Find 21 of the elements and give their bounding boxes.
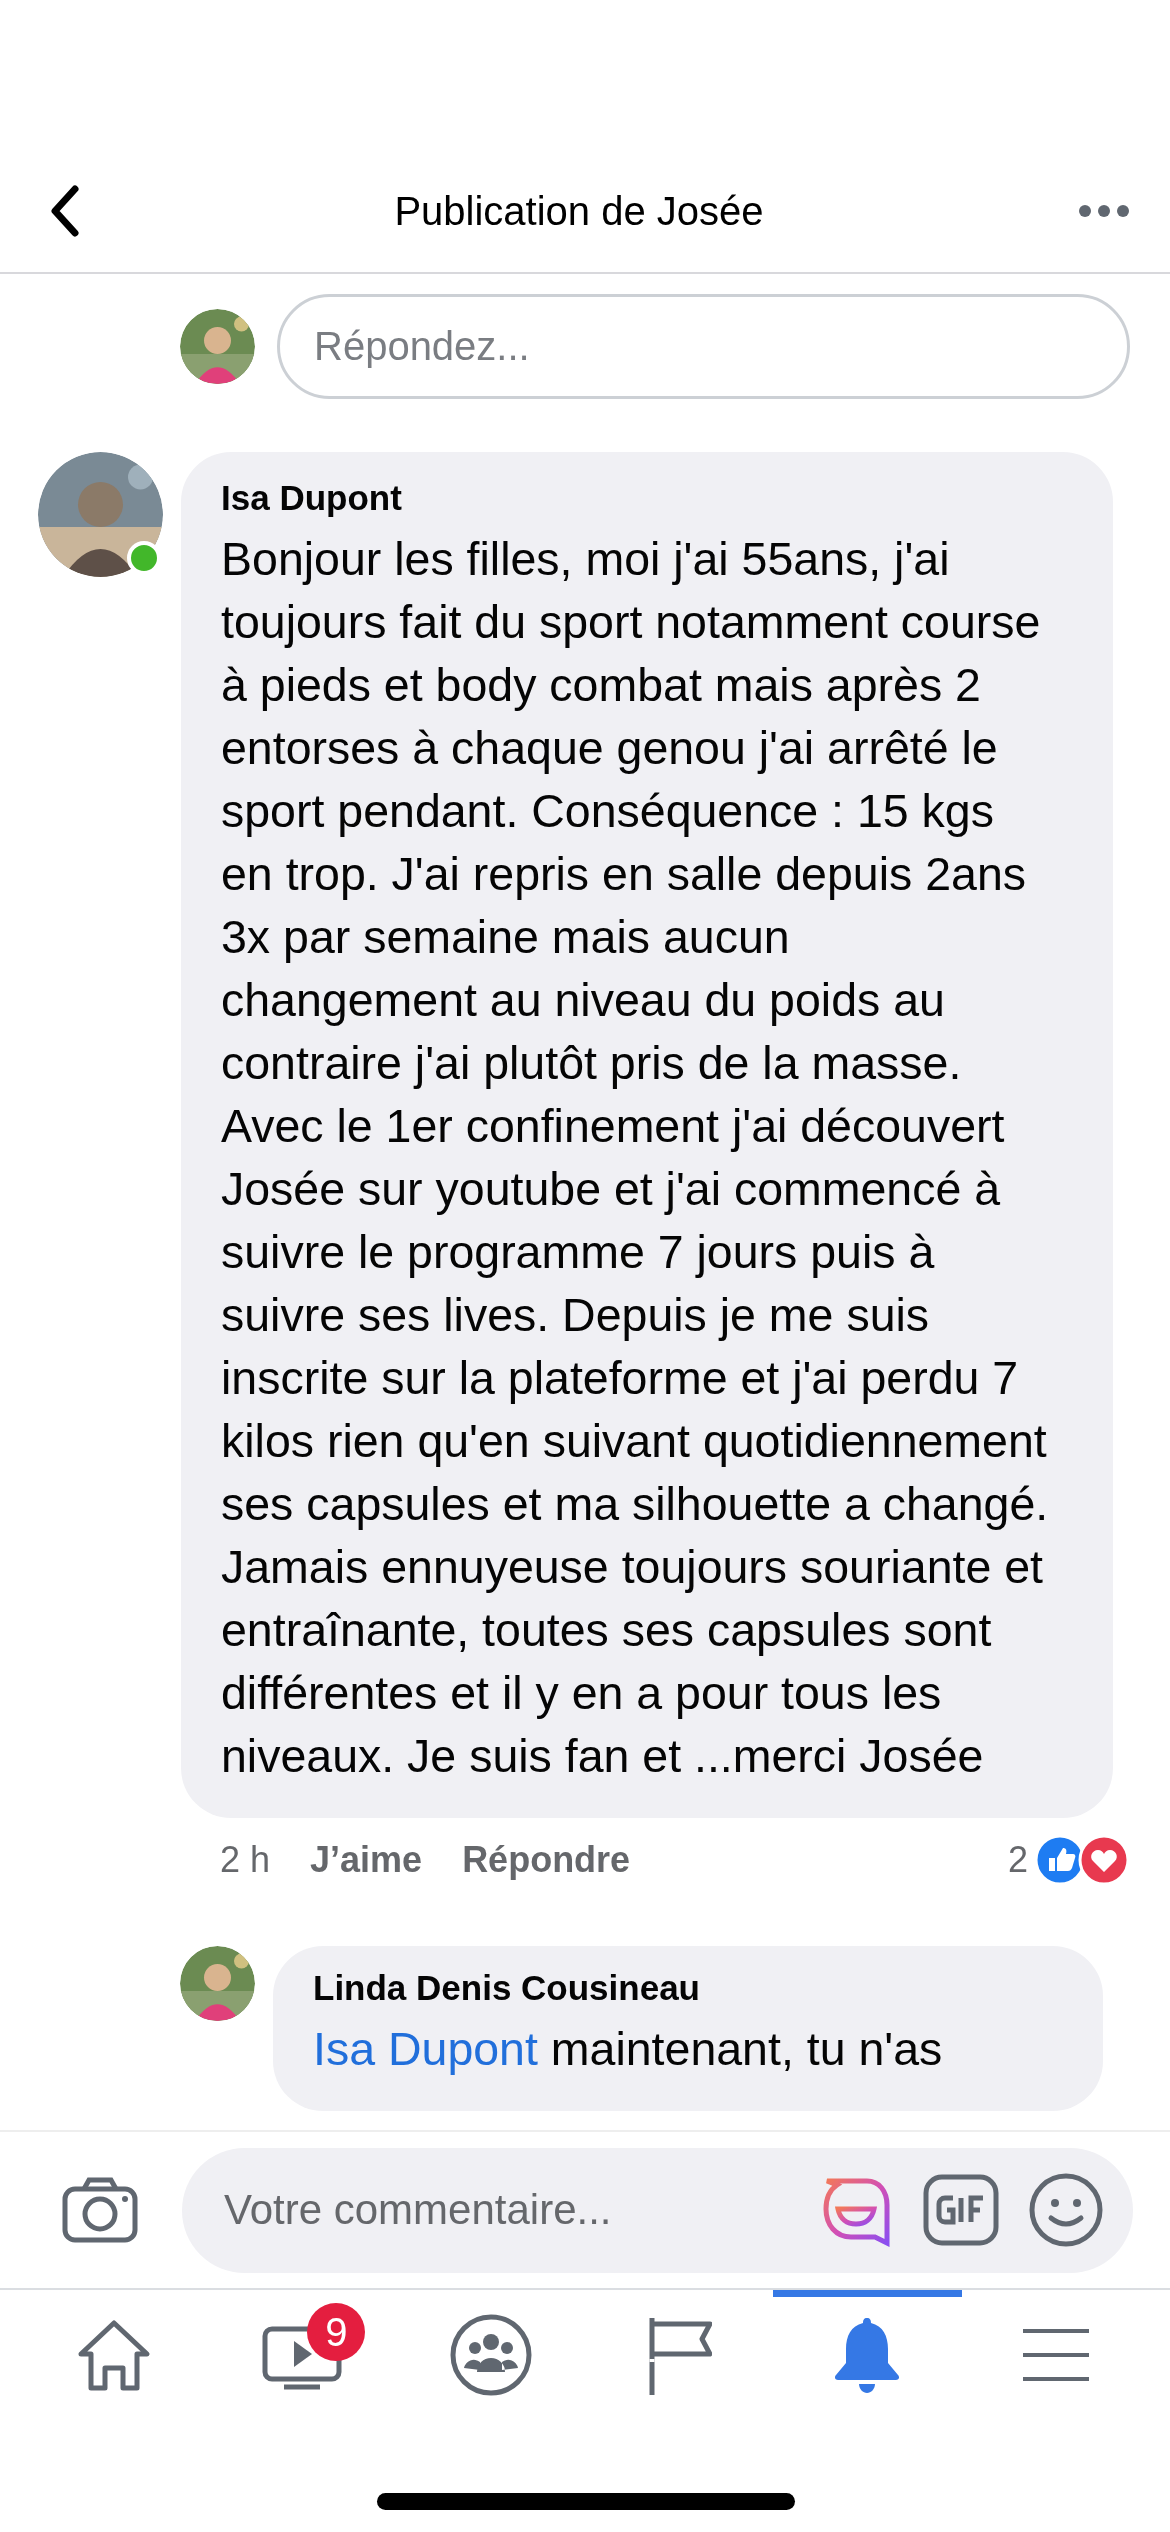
reply-link[interactable]: Répondre [462, 1839, 631, 1881]
gif-icon[interactable] [923, 2174, 999, 2246]
emoji-icon[interactable] [1029, 2173, 1103, 2247]
comment-field[interactable]: Votre commentaire... [222, 2185, 791, 2235]
reaction-count: 2 [1007, 1839, 1028, 1881]
menu-icon [1020, 2326, 1091, 2383]
mention-link[interactable]: Isa Dupont [313, 2023, 538, 2075]
like-link[interactable]: J’aime [310, 1839, 423, 1881]
comment-author[interactable]: Isa Dupont [221, 478, 1053, 518]
comment-author[interactable]: Linda Denis Cousineau [313, 1968, 1063, 2008]
groups-icon [449, 2313, 532, 2396]
camera-icon[interactable] [62, 2177, 138, 2243]
comment-text: Isa Dupont maintenant, tu n'as [313, 2022, 944, 2077]
notification-badge: 9 [307, 2303, 366, 2361]
back-icon[interactable] [50, 185, 80, 237]
reply-field[interactable]: Répondez... [277, 294, 1130, 399]
more-icon[interactable] [1078, 204, 1130, 218]
comment-time: 2 h [220, 1839, 271, 1881]
page-title: Publication de Josée [394, 188, 764, 234]
tab[interactable]: 9 [208, 2290, 397, 2420]
comment-text: Bonjour les filles, moi j'ai 55ans, j'ai toujours fait du sport notamment course à pieds et body combat mais après 2 entorses à chaque genou j'ai arrêté le sport pendant. Conséquence : 15 kgs en trop. J'ai repris en salle depuis 2ans 3x par semaine mais aucun changement au niveau du poids au contraire j'ai plutôt pris de la masse. Avec le 1er confinement j'ai découvert Josée sur youtube et j'ai commencé à suivre le programme 7 jours puis à suivre ses lives. Depuis je me suis inscrite sur la plateforme et j'ai perdu 7 kilos rien qu'en suivant quotidiennement ses capsules et ma silhouette a changé. Jamais ennuyeuse toujours souriante et entraînante, toutes ses capsules sont différentes et il y en a pour tous les niveaux. Je suis fan et ...merci Josée [221, 532, 1050, 1784]
